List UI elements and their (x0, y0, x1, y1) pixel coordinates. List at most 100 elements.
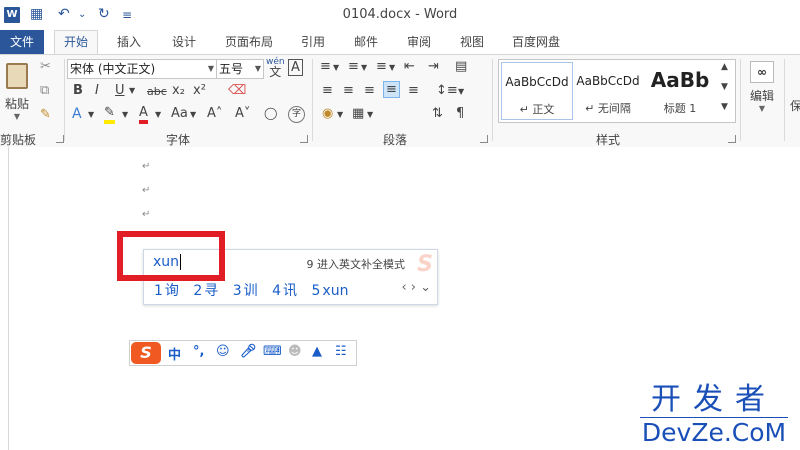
font-name-combo[interactable]: 宋体 (中文正文) ▼ (67, 59, 217, 79)
clipboard-launcher-icon[interactable] (56, 135, 64, 143)
font-size-combo[interactable]: 五号 ▼ (216, 59, 264, 79)
highlight-color-icon[interactable]: ✎ (104, 106, 115, 124)
chinese-mode-button[interactable]: 中 (168, 344, 181, 363)
styles-launcher-icon[interactable] (728, 135, 736, 143)
ime-candidate[interactable]: 2寻 (193, 283, 218, 299)
ime-candidate[interactable]: 5 xun (312, 283, 349, 299)
emoji-icon[interactable]: ☺ (216, 344, 230, 359)
tab-references[interactable]: 引用 (292, 30, 334, 54)
underline-button[interactable]: U (115, 83, 125, 98)
ime-candidate[interactable]: 3训 (233, 283, 258, 299)
keyboard-icon[interactable]: ⌨ (263, 344, 282, 359)
chevron-down-icon[interactable]: ▼ (88, 110, 94, 119)
style-no-spacing[interactable]: AaBbCcDd ↵ 无间隔 (573, 62, 643, 118)
italic-button[interactable]: I (95, 83, 99, 98)
punctuation-icon[interactable]: °, (193, 344, 204, 359)
paste-label: 粘贴 (4, 97, 29, 111)
font-launcher-icon[interactable] (300, 135, 308, 143)
paragraph-mark: ↵ (142, 161, 151, 172)
chevron-down-icon[interactable]: ▼ (155, 110, 161, 119)
tab-layout[interactable]: 页面布局 (216, 30, 282, 54)
chevron-down-icon[interactable]: ▼ (389, 63, 395, 72)
group-separator (740, 59, 741, 141)
multilevel-list-icon[interactable]: ≡ (376, 59, 387, 74)
align-left-icon[interactable]: ≡ (322, 83, 333, 98)
text-effects-icon[interactable]: A (72, 106, 82, 122)
show-marks-icon[interactable]: ¶ (456, 106, 464, 121)
paragraph-launcher-icon[interactable] (480, 135, 488, 143)
copy-icon[interactable]: ⧉ (40, 83, 49, 98)
tab-view[interactable]: 视图 (451, 30, 493, 54)
more-styles-icon[interactable]: ▼ (721, 102, 728, 112)
chevron-down-icon[interactable]: ▼ (361, 63, 367, 72)
shrink-font-button[interactable]: A˅ (235, 106, 250, 121)
align-right-icon[interactable]: ≡ (364, 83, 375, 98)
paste-button[interactable]: 粘贴 ▼ (4, 61, 30, 121)
chevron-down-icon[interactable]: ▼ (122, 110, 128, 119)
align-center-icon[interactable]: ≡ (343, 83, 354, 98)
site-watermark: 开发者 DevZe.CoM (636, 384, 792, 447)
character-border-icon[interactable]: A (288, 59, 303, 76)
strikethrough-button[interactable]: abc (147, 85, 167, 98)
save-to-baidu-label[interactable]: 保 (790, 97, 800, 114)
skin-icon[interactable]: ▲ (312, 344, 322, 359)
scroll-down-icon[interactable]: ▼ (721, 82, 728, 92)
ime-candidate[interactable]: 1询 (154, 283, 179, 299)
user-icon[interactable]: ☻ (288, 344, 302, 359)
window-title: 0104.docx - Word (342, 7, 458, 22)
chevron-down-icon[interactable]: ▼ (458, 87, 464, 96)
tab-insert[interactable]: 插入 (108, 30, 150, 54)
cut-icon[interactable]: ✂ (40, 59, 51, 74)
sogou-logo-icon[interactable]: S (131, 342, 161, 364)
ime-hint[interactable]: 9 进入英文补全模式 (307, 256, 406, 272)
line-spacing-icon[interactable]: ↕≡ (436, 83, 458, 98)
superscript-button[interactable]: x² (193, 83, 206, 98)
shading-icon[interactable]: ◉ (322, 106, 333, 121)
chevron-down-icon[interactable]: ▼ (337, 110, 343, 119)
justify-icon[interactable]: ≡ (383, 81, 400, 98)
borders-icon[interactable]: ▦ (352, 106, 364, 121)
scroll-up-icon[interactable]: ▲ (721, 62, 728, 72)
tab-review[interactable]: 审阅 (398, 30, 440, 54)
subscript-button[interactable]: x₂ (172, 83, 185, 98)
phonetic-guide-icon[interactable]: wén 文 (266, 57, 285, 79)
tab-mailings[interactable]: 邮件 (345, 30, 387, 54)
group-separator (312, 59, 313, 141)
ime-candidate[interactable]: 4讯 (272, 283, 297, 299)
enclose-characters-icon[interactable]: ◯ (264, 106, 277, 120)
tab-file[interactable]: 文件 (0, 30, 45, 54)
change-case-button[interactable]: Aa (171, 106, 188, 121)
title-bar: W ▦ ↶ ⌄ ↻ ≡ 0104.docx - Word (0, 0, 800, 30)
style-normal[interactable]: AaBbCcDd ↵ 正文 (501, 62, 573, 120)
chevron-down-icon: ▼ (758, 104, 766, 113)
sort-icon[interactable]: ⇅ (432, 106, 443, 121)
ime-page-nav[interactable]: ‹ › ⌄ (401, 280, 431, 295)
toolbox-icon[interactable]: ☷ (335, 344, 347, 359)
style-heading-1[interactable]: AaBb 标题 1 (645, 62, 715, 118)
increase-indent-icon[interactable]: ⇥ (428, 59, 439, 74)
ribbon-tabs: 文件 开始 插入 设计 页面布局 引用 邮件 审阅 视图 百度网盘 (0, 30, 800, 55)
watermark-en: DevZe.CoM (641, 418, 787, 447)
font-group-label: 字体 (166, 133, 191, 147)
chevron-down-icon[interactable]: ▼ (190, 110, 196, 119)
format-painter-icon[interactable]: ✎ (40, 107, 51, 122)
chevron-down-icon[interactable]: ▼ (333, 63, 339, 72)
distributed-icon[interactable]: ≡ (408, 83, 419, 98)
tab-design[interactable]: 设计 (163, 30, 205, 54)
enclosed-character-icon[interactable]: 字 (288, 106, 305, 123)
grow-font-button[interactable]: A˄ (207, 106, 222, 121)
decrease-indent-icon[interactable]: ⇤ (404, 59, 415, 74)
font-color-icon[interactable]: A (139, 106, 148, 124)
chevron-down-icon[interactable]: ▼ (129, 86, 135, 95)
clear-formatting-icon[interactable]: ⌫ (228, 83, 246, 98)
chevron-down-icon[interactable]: ▼ (367, 110, 373, 119)
tab-home[interactable]: 开始 (54, 30, 99, 55)
bold-button[interactable]: B (73, 83, 83, 98)
tab-baidu-netdisk[interactable]: 百度网盘 (503, 30, 569, 54)
microphone-icon[interactable]: 🎤︎ (240, 344, 257, 359)
chevron-down-icon: ▼ (207, 64, 214, 73)
asian-layout-icon[interactable]: ▤ (455, 59, 467, 74)
bullets-icon[interactable]: ≡ (320, 59, 331, 74)
numbering-icon[interactable]: ≡ (348, 59, 359, 74)
editing-button[interactable]: ∞ 编辑 ▼ (746, 59, 778, 123)
